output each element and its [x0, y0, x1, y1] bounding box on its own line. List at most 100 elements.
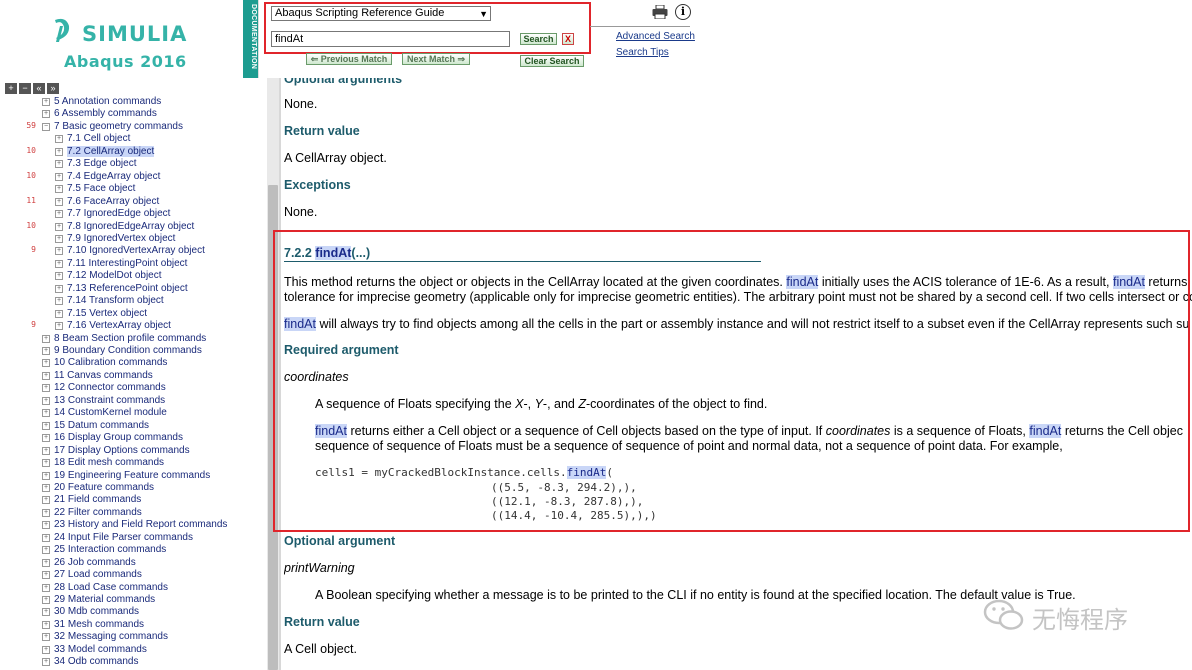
toc-tree-item[interactable]: +7.5 Face object: [55, 183, 135, 195]
guide-select[interactable]: Abaqus Scripting Reference Guide ▼: [271, 6, 491, 21]
toc-tree-item[interactable]: +9 Boundary Condition commands: [42, 345, 202, 357]
expand-icon[interactable]: +: [55, 148, 63, 156]
sidebar-scroll-thumb[interactable]: [268, 185, 278, 670]
toc-tree-item[interactable]: +7.15 Vertex object: [55, 308, 147, 320]
expand-icon[interactable]: +: [42, 397, 50, 405]
expand-icon[interactable]: +: [42, 484, 50, 492]
collapse-icon[interactable]: −: [42, 123, 50, 131]
toc-tree-item[interactable]: +7.8 IgnoredEdgeArray object: [55, 221, 194, 233]
clear-search-button[interactable]: Clear Search: [520, 55, 584, 67]
expand-icon[interactable]: +: [55, 198, 63, 206]
toc-tree-item[interactable]: +30 Mdb commands: [42, 606, 139, 618]
expand-icon[interactable]: +: [55, 185, 63, 193]
expand-icon[interactable]: +: [42, 372, 50, 380]
expand-icon[interactable]: +: [42, 596, 50, 604]
toc-tree-item[interactable]: +28 Load Case commands: [42, 582, 168, 594]
expand-icon[interactable]: +: [55, 235, 63, 243]
toc-tree-item[interactable]: +17 Display Options commands: [42, 445, 190, 457]
toc-tree-item[interactable]: +7.2 CellArray object: [55, 146, 155, 158]
next-topic-button[interactable]: »: [47, 83, 59, 94]
expand-icon[interactable]: +: [42, 98, 50, 106]
collapse-all-button[interactable]: −: [19, 83, 31, 94]
expand-icon[interactable]: +: [55, 223, 63, 231]
expand-icon[interactable]: +: [42, 534, 50, 542]
expand-icon[interactable]: +: [42, 335, 50, 343]
toc-tree-item[interactable]: +32 Messaging commands: [42, 631, 168, 643]
expand-icon[interactable]: +: [42, 447, 50, 455]
expand-all-button[interactable]: +: [5, 83, 17, 94]
toc-tree-item[interactable]: +15 Datum commands: [42, 420, 149, 432]
toc-tree-item[interactable]: +7.1 Cell object: [55, 133, 130, 145]
toc-tree-item[interactable]: +7.3 Edge object: [55, 158, 137, 170]
expand-icon[interactable]: +: [42, 359, 50, 367]
expand-icon[interactable]: +: [55, 160, 63, 168]
toc-tree-item[interactable]: +18 Edit mesh commands: [42, 457, 164, 469]
toc-tree-item[interactable]: +10 Calibration commands: [42, 357, 167, 369]
expand-icon[interactable]: +: [42, 472, 50, 480]
toc-tree-item[interactable]: +25 Interaction commands: [42, 544, 166, 556]
expand-icon[interactable]: +: [42, 434, 50, 442]
expand-icon[interactable]: +: [42, 621, 50, 629]
toc-tree-item[interactable]: +14 CustomKernel module: [42, 407, 167, 419]
search-tips-link[interactable]: Search Tips: [616, 47, 669, 58]
toc-tree-item[interactable]: +26 Job commands: [42, 557, 136, 569]
expand-icon[interactable]: +: [55, 310, 63, 318]
toc-tree-item[interactable]: +5 Annotation commands: [42, 96, 161, 108]
expand-icon[interactable]: +: [42, 559, 50, 567]
expand-icon[interactable]: +: [42, 422, 50, 430]
toc-tree-item[interactable]: +20 Feature commands: [42, 482, 154, 494]
toc-tree-item[interactable]: +19 Engineering Feature commands: [42, 470, 210, 482]
expand-icon[interactable]: +: [42, 608, 50, 616]
expand-icon[interactable]: +: [42, 546, 50, 554]
advanced-search-link[interactable]: Advanced Search: [616, 31, 695, 42]
expand-icon[interactable]: +: [42, 571, 50, 579]
expand-icon[interactable]: +: [42, 521, 50, 529]
toc-tree-item[interactable]: +7.6 FaceArray object: [55, 196, 159, 208]
clear-x-button[interactable]: X: [562, 33, 574, 45]
next-match-button[interactable]: Next Match ⇒: [402, 53, 470, 65]
expand-icon[interactable]: +: [55, 135, 63, 143]
print-icon[interactable]: [652, 5, 668, 19]
expand-icon[interactable]: +: [42, 384, 50, 392]
toc-tree-item[interactable]: +23 History and Field Report commands: [42, 519, 227, 531]
toc-tree-item[interactable]: +27 Load commands: [42, 569, 142, 581]
previous-topic-button[interactable]: «: [33, 83, 45, 94]
toc-tree-item[interactable]: +24 Input File Parser commands: [42, 532, 193, 544]
toc-tree-item[interactable]: +11 Canvas commands: [42, 370, 153, 382]
toc-tree-item[interactable]: +7.10 IgnoredVertexArray object: [55, 245, 205, 257]
expand-icon[interactable]: +: [42, 509, 50, 517]
toc-tree-item[interactable]: +6 Assembly commands: [42, 108, 157, 120]
toc-tree-item[interactable]: +34 Odb commands: [42, 656, 139, 668]
expand-icon[interactable]: +: [42, 409, 50, 417]
previous-match-button[interactable]: ⇐ Previous Match: [306, 53, 392, 65]
expand-icon[interactable]: +: [55, 210, 63, 218]
expand-icon[interactable]: +: [55, 260, 63, 268]
expand-icon[interactable]: +: [42, 658, 50, 666]
toc-tree-item[interactable]: +7.13 ReferencePoint object: [55, 283, 188, 295]
toc-tree-item[interactable]: +31 Mesh commands: [42, 619, 144, 631]
expand-icon[interactable]: +: [42, 496, 50, 504]
expand-icon[interactable]: +: [55, 173, 63, 181]
expand-icon[interactable]: +: [55, 285, 63, 293]
expand-icon[interactable]: +: [55, 272, 63, 280]
expand-icon[interactable]: +: [42, 646, 50, 654]
toc-tree-item[interactable]: −7 Basic geometry commands: [42, 121, 183, 133]
toc-tree-item[interactable]: +7.9 IgnoredVertex object: [55, 233, 175, 245]
toc-tree-item[interactable]: +7.11 InterestingPoint object: [55, 258, 187, 270]
expand-icon[interactable]: +: [55, 322, 63, 330]
expand-icon[interactable]: +: [55, 247, 63, 255]
toc-tree-item[interactable]: +7.14 Transform object: [55, 295, 164, 307]
toc-tree-item[interactable]: +16 Display Group commands: [42, 432, 183, 444]
expand-icon[interactable]: +: [42, 584, 50, 592]
info-icon[interactable]: i: [675, 4, 691, 20]
toc-tree-item[interactable]: +21 Field commands: [42, 494, 141, 506]
toc-tree-item[interactable]: +7.7 IgnoredEdge object: [55, 208, 170, 220]
expand-icon[interactable]: +: [55, 297, 63, 305]
toc-tree-item[interactable]: +7.16 VertexArray object: [55, 320, 171, 332]
toc-tree-item[interactable]: +7.4 EdgeArray object: [55, 171, 160, 183]
expand-icon[interactable]: +: [42, 347, 50, 355]
toc-tree-item[interactable]: +13 Constraint commands: [42, 395, 165, 407]
toc-tree-item[interactable]: +22 Filter commands: [42, 507, 142, 519]
toc-tree-item[interactable]: +29 Material commands: [42, 594, 155, 606]
expand-icon[interactable]: +: [42, 110, 50, 118]
